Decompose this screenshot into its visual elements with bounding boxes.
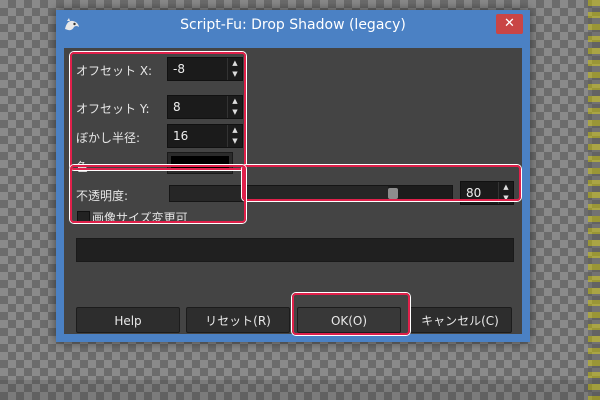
decrement-icon[interactable]: ▼: [228, 69, 242, 80]
opacity-arrows: ▲ ▼: [498, 182, 513, 204]
offset-y-value[interactable]: 8: [173, 100, 181, 114]
blur-radius-label: ぼかし半径:: [76, 131, 141, 145]
offset-x-arrows: ▲ ▼: [227, 58, 242, 80]
increment-icon[interactable]: ▲: [228, 125, 242, 136]
opacity-slider[interactable]: [169, 185, 453, 202]
opacity-slider-handle[interactable]: [388, 188, 398, 199]
reset-button[interactable]: リセット(R): [186, 307, 290, 333]
opacity-label: 不透明度:: [76, 189, 129, 203]
color-swatch: [171, 156, 229, 170]
canvas-guide-edge: [588, 0, 600, 400]
dialog-title: Script-Fu: Drop Shadow (legacy): [180, 17, 406, 33]
decrement-icon[interactable]: ▼: [228, 107, 242, 118]
cancel-button[interactable]: キャンセル(C): [408, 307, 512, 333]
resize-checkbox[interactable]: [77, 211, 90, 224]
opacity-slider-fill: [170, 186, 388, 201]
dialog-titlebar[interactable]: Script-Fu: Drop Shadow (legacy) ✕: [56, 10, 530, 40]
help-button[interactable]: Help: [76, 307, 180, 333]
offset-y-label: オフセット Y:: [76, 102, 150, 116]
drop-shadow-dialog: Script-Fu: Drop Shadow (legacy) ✕ オフセット …: [56, 10, 530, 342]
close-icon[interactable]: ✕: [496, 14, 523, 34]
decrement-icon[interactable]: ▼: [228, 136, 242, 147]
blur-radius-arrows: ▲ ▼: [227, 125, 242, 147]
offset-x-spinbutton[interactable]: -8 ▲ ▼: [167, 57, 243, 81]
color-label: 色:: [76, 160, 93, 174]
offset-y-arrows: ▲ ▼: [227, 96, 242, 118]
increment-icon[interactable]: ▲: [228, 58, 242, 69]
increment-icon[interactable]: ▲: [499, 182, 513, 193]
dialog-content: オフセット X: -8 ▲ ▼ オフセット Y: 8 ▲ ▼ ぼかし半径: 16…: [64, 48, 522, 334]
opacity-spinbutton[interactable]: 80 ▲ ▼: [460, 181, 514, 205]
canvas-bottom-strip: [0, 380, 600, 400]
progress-area: [76, 238, 514, 262]
decrement-icon[interactable]: ▼: [499, 193, 513, 204]
blur-radius-value[interactable]: 16: [173, 129, 188, 143]
resize-checkbox-label[interactable]: 画像サイズ変更可: [92, 209, 188, 226]
opacity-value[interactable]: 80: [466, 186, 481, 200]
increment-icon[interactable]: ▲: [228, 96, 242, 107]
offset-x-value[interactable]: -8: [173, 62, 185, 76]
blur-radius-spinbutton[interactable]: 16 ▲ ▼: [167, 124, 243, 148]
offset-y-spinbutton[interactable]: 8 ▲ ▼: [167, 95, 243, 119]
offset-x-label: オフセット X:: [76, 64, 153, 78]
ok-button[interactable]: OK(O): [297, 307, 401, 333]
color-button[interactable]: [167, 152, 233, 174]
